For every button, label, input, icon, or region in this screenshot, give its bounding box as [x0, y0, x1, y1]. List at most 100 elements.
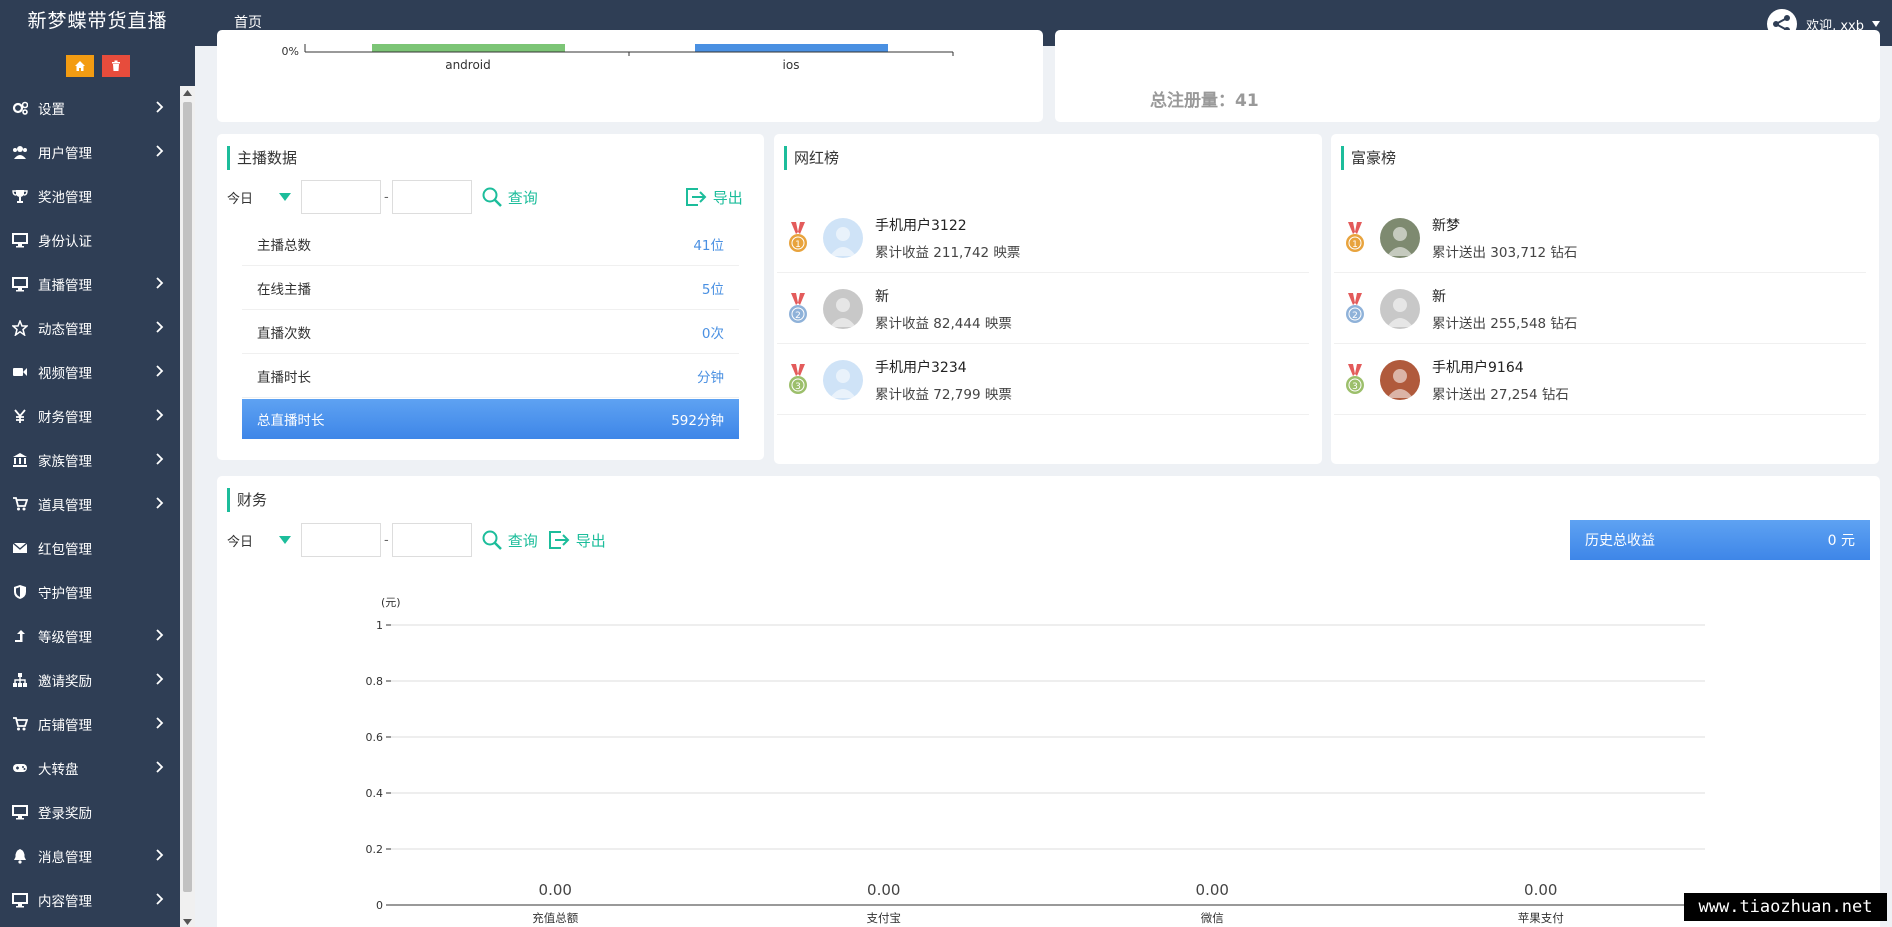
- finance-start-date-input[interactable]: [301, 523, 381, 557]
- stat-label: 直播时长: [257, 369, 311, 386]
- rank-name[interactable]: 手机用户3122: [875, 215, 1020, 235]
- medal-rank: 2: [795, 311, 801, 321]
- monitor-icon: [8, 276, 32, 292]
- scroll-up-icon[interactable]: [183, 90, 192, 96]
- sidebar-item-18[interactable]: 消息管理: [0, 834, 180, 878]
- anchor-period-select[interactable]: 今日: [227, 188, 267, 207]
- home-button[interactable]: [65, 55, 94, 77]
- search-icon: [482, 530, 502, 550]
- stat-value: 41位: [693, 237, 724, 254]
- brand-title[interactable]: 新梦蝶带货直播: [0, 0, 195, 46]
- chevron-right-icon: [156, 101, 164, 113]
- anchor-end-date-input[interactable]: [391, 180, 472, 214]
- device-chart: 0% android ios: [282, 44, 954, 72]
- rank-name[interactable]: 手机用户3234: [875, 357, 1012, 377]
- avatar[interactable]: [1380, 288, 1420, 329]
- sidebar-item-11[interactable]: 红包管理: [0, 526, 180, 570]
- sidebar-item-19[interactable]: 内容管理: [0, 878, 180, 922]
- sidebar-item-label: 登录奖励: [38, 806, 92, 822]
- rank-info: 新累计送出 255,548 钻石: [1432, 286, 1577, 332]
- anchor-query-label: 查询: [507, 188, 538, 207]
- rank-name[interactable]: 新: [875, 286, 1012, 306]
- rank-info: 新梦 累计送出 303,712 钻石: [1432, 215, 1577, 261]
- anchor-export-button[interactable]: 导出: [685, 187, 743, 208]
- monitor-icon: [8, 232, 32, 248]
- anchor-start-date-input[interactable]: [301, 180, 381, 214]
- chevron-down-icon[interactable]: [279, 536, 291, 544]
- finance-end-date-input[interactable]: [391, 523, 472, 557]
- sidebar-menu: 设置 用户管理奖池管理身份认证直播管理动态管理 视频管理 财务管理 家族管理 道具管理 红包…: [0, 86, 180, 922]
- monitor-icon: [8, 804, 32, 820]
- celebrity-rank-row: 1 手机用户3122 累计收益 211,742 映票: [777, 203, 1309, 273]
- finance-query-button[interactable]: 查询: [482, 530, 538, 551]
- avatar[interactable]: [823, 217, 863, 258]
- nav-home-link[interactable]: 首页: [234, 12, 262, 32]
- sidebar-item-9[interactable]: 家族管理: [0, 438, 180, 482]
- caret-down-icon[interactable]: [1872, 21, 1880, 27]
- finance-period-select[interactable]: 今日: [227, 531, 267, 550]
- finance-export-button[interactable]: 导出: [548, 530, 606, 551]
- rank-stat: 累计收益 72,799 映票: [875, 386, 1012, 403]
- avatar[interactable]: [823, 288, 863, 329]
- search-icon: [482, 187, 502, 207]
- finance-panel-title: 财务: [227, 488, 267, 512]
- rank-name[interactable]: 新: [1432, 286, 1577, 306]
- sidebar-item-label: 守护管理: [38, 586, 92, 602]
- sidebar-item-7[interactable]: 视频管理: [0, 350, 180, 394]
- chevron-right-icon: [156, 717, 164, 729]
- stat-total-value: 592分钟: [671, 413, 724, 429]
- date-range-separator: -: [384, 532, 389, 548]
- medal-rank: 1: [1352, 240, 1358, 250]
- stat-value: 0次: [701, 325, 724, 342]
- finance-filter-bar: 今日 - 查询 导出: [227, 523, 606, 557]
- sidebar-item-17[interactable]: 登录奖励: [0, 790, 180, 834]
- monitor-icon: [8, 892, 32, 908]
- sidebar-item-2[interactable]: 用户管理: [0, 130, 180, 174]
- video-camera-icon: [8, 364, 32, 380]
- finance-export-label: 导出: [575, 531, 606, 550]
- sidebar-item-label: 直播管理: [38, 278, 92, 294]
- sidebar-item-label: 奖池管理: [38, 190, 92, 206]
- clear-cache-button[interactable]: [101, 55, 130, 77]
- rank-name[interactable]: 手机用户9164: [1432, 357, 1569, 377]
- sidebar-scrollbar[interactable]: [180, 86, 195, 927]
- sidebar-item-label: 消息管理: [38, 850, 92, 866]
- celebrity-rank-row: 3 手机用户3234 累计收益 72,799 映票: [777, 345, 1309, 415]
- sidebar-item-12[interactable]: 守护管理: [0, 570, 180, 614]
- sidebar-item-1[interactable]: 设置: [0, 86, 180, 130]
- chevron-down-icon[interactable]: [279, 193, 291, 201]
- sidebar-item-13[interactable]: 等级管理: [0, 614, 180, 658]
- sidebar-item-label: 大转盘: [38, 762, 79, 778]
- rich-rank-row: 1 新梦 累计送出 303,712 钻石: [1334, 203, 1866, 273]
- chevron-right-icon: [156, 453, 164, 465]
- device-chart-y-tick: 0%: [282, 45, 299, 58]
- anchor-query-button[interactable]: 查询: [482, 187, 538, 208]
- anchor-panel-title: 主播数据: [227, 146, 297, 170]
- bank-icon: [8, 452, 32, 468]
- sidebar-item-10[interactable]: 道具管理: [0, 482, 180, 526]
- date-range-separator: -: [384, 189, 389, 205]
- home-icon: [74, 61, 85, 71]
- bell-icon: [8, 848, 32, 864]
- stat-total-row: 总直播时长 592分钟: [242, 399, 739, 439]
- avatar[interactable]: [1380, 359, 1420, 400]
- rank-stat: 累计收益 82,444 映票: [875, 315, 1012, 332]
- medal-icon: 2: [789, 292, 807, 323]
- sidebar-item-16[interactable]: 大转盘: [0, 746, 180, 790]
- sidebar-scroll-thumb[interactable]: [183, 102, 192, 892]
- rank-name[interactable]: 新梦: [1432, 215, 1577, 235]
- medal-icon: 3: [1346, 363, 1364, 394]
- medal-icon: 1: [1346, 221, 1364, 252]
- sidebar-item-14[interactable]: 邀请奖励: [0, 658, 180, 702]
- avatar[interactable]: [823, 359, 863, 400]
- scroll-down-icon[interactable]: [183, 919, 192, 925]
- rank-stat: 累计送出 27,254 钻石: [1432, 386, 1569, 403]
- avatar[interactable]: [1380, 217, 1420, 258]
- sidebar-item-5[interactable]: 直播管理: [0, 262, 180, 306]
- sidebar-item-8[interactable]: 财务管理: [0, 394, 180, 438]
- sidebar-item-15[interactable]: 店铺管理: [0, 702, 180, 746]
- sidebar-item-4[interactable]: 身份认证: [0, 218, 180, 262]
- sidebar-item-6[interactable]: 动态管理: [0, 306, 180, 350]
- rich-panel-title: 富豪榜: [1341, 146, 1396, 170]
- sidebar-item-3[interactable]: 奖池管理: [0, 174, 180, 218]
